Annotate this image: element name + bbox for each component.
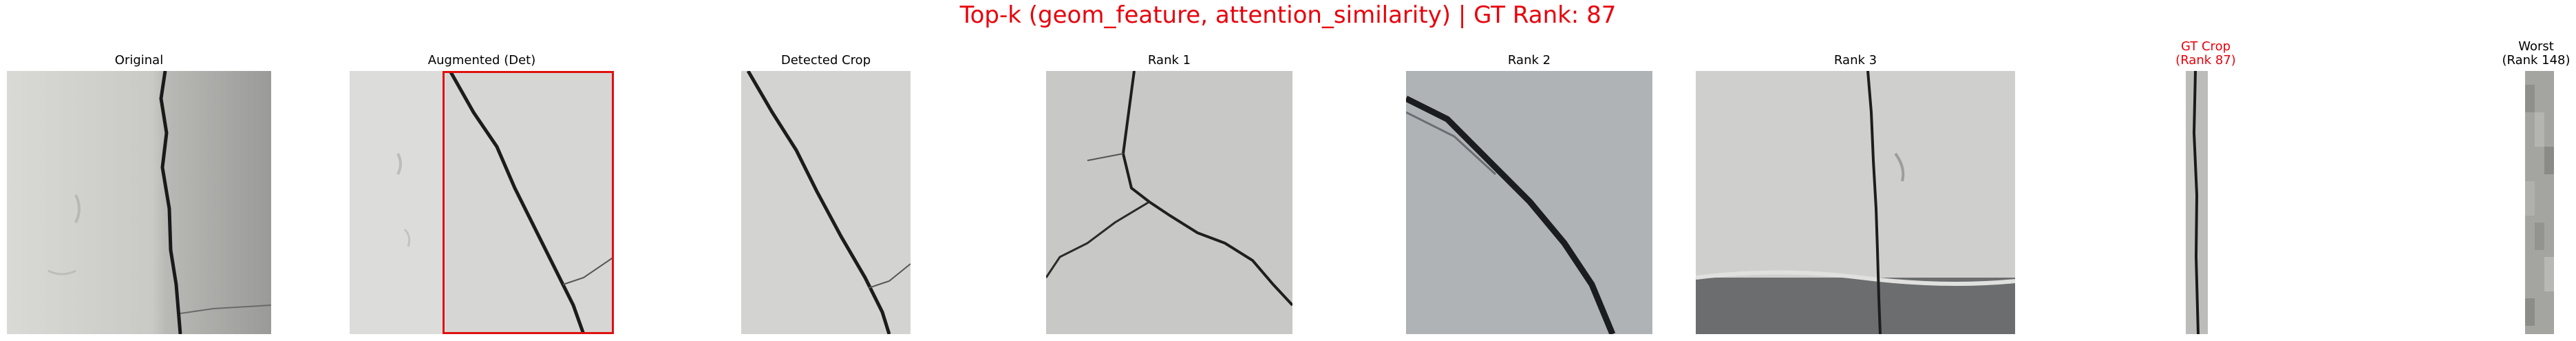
panel-title-rank3: Rank 3 — [1833, 53, 1877, 68]
rank2-crack-image — [1406, 71, 1652, 334]
original-crack-image — [7, 71, 271, 334]
panel-title-worst: Worst (Rank 148) — [2502, 39, 2570, 68]
figure-suptitle: Top-k (geom_feature, attention_similarit… — [959, 1, 1617, 29]
rank1-crack-image — [1046, 71, 1292, 334]
worst-crop-image — [2525, 71, 2554, 334]
detected-crop-image — [741, 71, 911, 334]
panel-title-original: Original — [114, 53, 164, 68]
gt-crop-image — [2186, 71, 2208, 334]
panel-title-rank1: Rank 1 — [1147, 53, 1191, 68]
panel-title-gt: GT Crop (Rank 87) — [2175, 39, 2236, 68]
panel-title-detected: Detected Crop — [780, 53, 871, 68]
detection-bounding-box — [443, 71, 614, 334]
rank3-crack-image — [1696, 71, 2015, 334]
panel-title-rank2: Rank 2 — [1507, 53, 1551, 68]
panel-title-augmented: Augmented (Det) — [427, 53, 536, 68]
